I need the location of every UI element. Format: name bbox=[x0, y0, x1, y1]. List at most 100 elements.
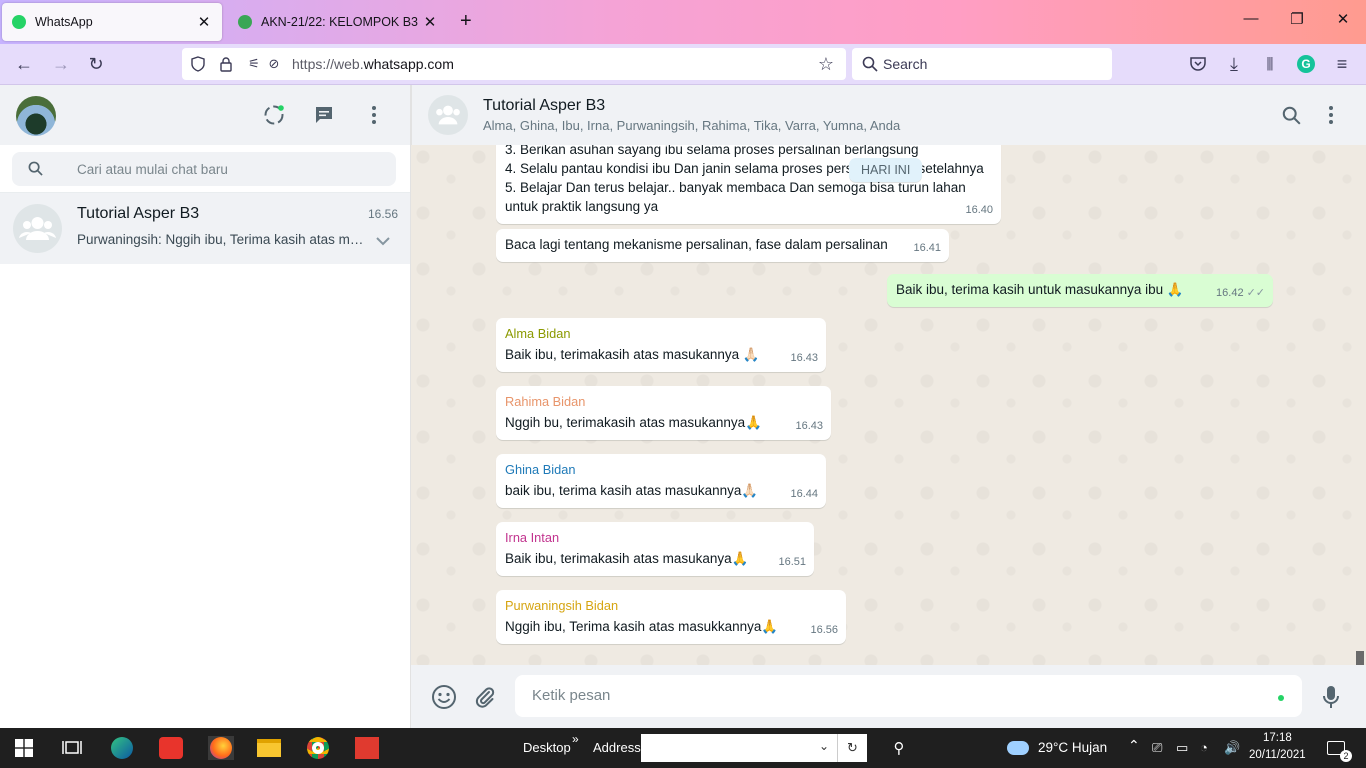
tablet-mode-icon[interactable]: ⎚ bbox=[1152, 740, 1162, 756]
grammarly-status-icon[interactable] bbox=[1278, 695, 1284, 701]
task-view-icon[interactable] bbox=[60, 736, 84, 760]
tab-akn[interactable]: AKN-21/22: KELOMPOK B3 ✕ bbox=[228, 3, 448, 41]
search-people-icon[interactable]: ⚲ bbox=[887, 736, 911, 760]
message-time: 16.51 bbox=[778, 556, 806, 568]
message-bubble-in[interactable]: Alma Bidan Baik ibu, terimakasih atas ma… bbox=[496, 318, 826, 372]
message-text: Baik ibu, terimakasih atas masukanya🙏 bbox=[505, 551, 749, 566]
file-explorer-icon[interactable] bbox=[257, 736, 281, 760]
forward-icon[interactable]: → bbox=[49, 52, 73, 76]
notification-count: 2 bbox=[1340, 750, 1352, 762]
message-time: 16.43 bbox=[790, 352, 818, 364]
message-text: 3. Berikan asuhan sayang ibu selama pros… bbox=[505, 145, 919, 157]
menu-dots-icon[interactable] bbox=[1319, 103, 1343, 127]
downloads-icon[interactable]: ⤓ bbox=[1222, 52, 1246, 76]
message-text: untuk praktik langsung ya bbox=[505, 199, 659, 214]
edge-icon[interactable] bbox=[110, 736, 134, 760]
library-icon[interactable]: ⫼ bbox=[1258, 52, 1282, 76]
message-sender[interactable]: Irna Intan bbox=[505, 528, 805, 547]
group-avatar-icon bbox=[428, 95, 468, 135]
battery-icon[interactable]: ▭ bbox=[1176, 740, 1188, 756]
message-composer: Ketik pesan bbox=[411, 665, 1366, 728]
weather-cloud-icon[interactable] bbox=[1006, 736, 1030, 760]
message-text: baik ibu, terima kasih atas masukannya🙏🏻 bbox=[505, 483, 759, 498]
close-tab-icon[interactable]: ✕ bbox=[422, 13, 438, 31]
message-time: 16.43 bbox=[795, 420, 823, 432]
message-bubble-in[interactable]: Ghina Bidan baik ibu, terima kasih atas … bbox=[496, 454, 826, 508]
chat-search-input[interactable]: Cari atau mulai chat baru bbox=[12, 152, 396, 186]
message-bubble-in[interactable]: Baca lagi tentang mekanisme persalinan, … bbox=[496, 229, 949, 262]
url-bar[interactable]: ⚟ ⊘ https://web.whatsapp.com ☆ bbox=[182, 48, 846, 80]
message-sender[interactable]: Ghina Bidan bbox=[505, 460, 817, 479]
pocket-icon[interactable] bbox=[1186, 52, 1210, 76]
window-close-icon[interactable]: ✕ bbox=[1333, 10, 1353, 28]
chrome-icon[interactable] bbox=[306, 736, 330, 760]
chat-list-item[interactable]: Tutorial Asper B3 16.56 Purwaningsih: Ng… bbox=[0, 193, 410, 264]
message-bubble-in[interactable]: Rahima Bidan Nggih bu, terimakasih atas … bbox=[496, 386, 831, 440]
status-icon[interactable] bbox=[262, 103, 286, 127]
message-time-status: 16.42 ✓✓ bbox=[1216, 284, 1265, 303]
chevron-up-icon[interactable]: ⌃ bbox=[1128, 737, 1140, 754]
akn-favicon-icon bbox=[238, 15, 252, 29]
conversation-members: Alma, Ghina, Ibu, Irna, Purwaningsih, Ra… bbox=[483, 118, 901, 133]
search-messages-icon[interactable] bbox=[1279, 103, 1303, 127]
minimize-icon[interactable]: — bbox=[1241, 10, 1261, 27]
browser-search-box[interactable]: Search bbox=[852, 48, 1112, 80]
message-input[interactable]: Ketik pesan bbox=[515, 675, 1302, 717]
new-chat-icon[interactable] bbox=[312, 103, 336, 127]
new-tab-icon[interactable]: + bbox=[460, 10, 472, 32]
volume-icon[interactable]: 🔊 bbox=[1224, 740, 1240, 756]
chevron-down-icon[interactable]: ⌄ bbox=[819, 739, 829, 753]
tab-title: AKN-21/22: KELOMPOK B3 bbox=[261, 15, 419, 29]
bookmark-star-icon[interactable]: ☆ bbox=[814, 52, 838, 76]
firefox-icon[interactable] bbox=[208, 736, 234, 760]
wifi-icon[interactable]: ◔ bbox=[1200, 740, 1208, 755]
chat-last-message: Purwaningsih: Nggih ibu, Terima kasih at… bbox=[77, 232, 367, 247]
message-text: Baca lagi tentang mekanisme persalinan, … bbox=[505, 237, 888, 252]
message-time: 16.56 bbox=[810, 624, 838, 636]
message-sender[interactable]: Purwaningsih Bidan bbox=[505, 596, 837, 615]
message-bubble-in[interactable]: Purwaningsih Bidan Nggih ibu, Terima kas… bbox=[496, 590, 846, 644]
avatar[interactable] bbox=[16, 96, 56, 136]
grammarly-icon[interactable]: G bbox=[1294, 52, 1318, 76]
tab-whatsapp[interactable]: WhatsApp ✕ bbox=[2, 3, 222, 41]
back-icon[interactable]: ← bbox=[12, 52, 36, 76]
restore-icon[interactable]: ❐ bbox=[1287, 10, 1307, 28]
message-text: Baik ibu, terima kasih untuk masukannya … bbox=[896, 282, 1184, 297]
windows-start-icon[interactable] bbox=[12, 736, 36, 760]
notification-center-icon[interactable]: 2 bbox=[1324, 736, 1352, 762]
emoji-icon[interactable] bbox=[431, 684, 457, 710]
refresh-icon[interactable]: ↻ bbox=[837, 734, 867, 762]
chat-name: Tutorial Asper B3 bbox=[77, 205, 200, 222]
toolbar-expand-icon[interactable]: » bbox=[572, 732, 579, 746]
reload-icon[interactable]: ↻ bbox=[84, 52, 108, 76]
weather-label[interactable]: 29°C Hujan bbox=[1038, 740, 1107, 755]
shield-icon[interactable] bbox=[186, 52, 210, 76]
conversation-header[interactable]: Tutorial Asper B3 Alma, Ghina, Ibu, Irna… bbox=[411, 85, 1366, 145]
address-toolbar-label: Address bbox=[593, 740, 641, 755]
attach-icon[interactable] bbox=[472, 684, 498, 710]
conversation-pane: Tutorial Asper B3 Alma, Ghina, Ibu, Irna… bbox=[411, 85, 1366, 728]
message-bubble-out[interactable]: Baik ibu, terima kasih untuk masukannya … bbox=[887, 274, 1273, 307]
chat-time: 16.56 bbox=[368, 207, 399, 221]
message-text: Baik ibu, terimakasih atas masukannya 🙏🏻 bbox=[505, 347, 760, 362]
message-sender[interactable]: Alma Bidan bbox=[505, 324, 817, 343]
scrollbar-thumb[interactable] bbox=[1356, 651, 1364, 665]
message-bubble-in[interactable]: Irna Intan Baik ibu, terimakasih atas ma… bbox=[496, 522, 814, 576]
desktop-toolbar-label[interactable]: Desktop bbox=[523, 740, 571, 755]
message-list[interactable]: 3. Berikan asuhan sayang ibu selama pros… bbox=[411, 145, 1366, 665]
microphone-icon[interactable] bbox=[1318, 684, 1344, 710]
clock-date[interactable]: 20/11/2021 bbox=[1249, 749, 1306, 761]
close-tab-icon[interactable]: ✕ bbox=[196, 13, 212, 31]
wps-office-icon[interactable] bbox=[355, 736, 379, 760]
clock-time[interactable]: 17:18 bbox=[1263, 732, 1292, 744]
message-sender[interactable]: Rahima Bidan bbox=[505, 392, 822, 411]
message-bubble-in[interactable]: 3. Berikan asuhan sayang ibu selama pros… bbox=[496, 145, 1001, 224]
screen-share-blocked-icon[interactable]: ⊘ bbox=[262, 52, 286, 76]
menu-icon[interactable]: ≡ bbox=[1330, 52, 1354, 76]
message-text: Nggih bu, terimakasih atas masukannya🙏 bbox=[505, 415, 762, 430]
camera-app-icon[interactable] bbox=[159, 736, 183, 760]
address-input[interactable]: ⌄ ↻ bbox=[641, 734, 867, 762]
lock-icon[interactable] bbox=[214, 52, 238, 76]
chevron-down-icon[interactable] bbox=[376, 233, 390, 249]
menu-dots-icon[interactable] bbox=[362, 103, 386, 127]
